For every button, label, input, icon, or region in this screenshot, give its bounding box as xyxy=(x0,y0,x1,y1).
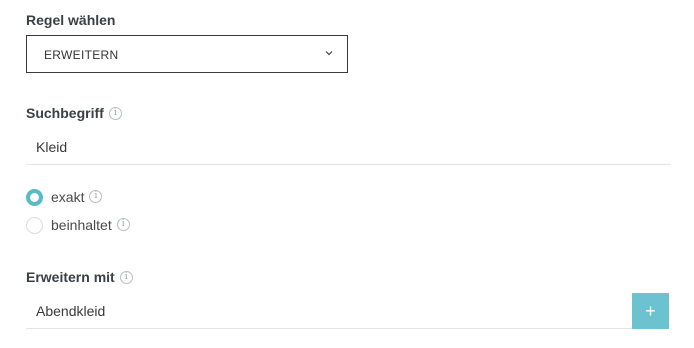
extend-with-label: Erweitern mit xyxy=(26,269,115,285)
search-term-value: Kleid xyxy=(36,139,68,155)
search-term-label: Suchbegriff xyxy=(26,105,104,121)
rule-select-value: ERWEITERN xyxy=(44,48,119,62)
rule-select[interactable]: ERWEITERN xyxy=(26,35,348,73)
search-term-input[interactable]: Kleid xyxy=(26,129,671,165)
add-button[interactable]: + xyxy=(632,293,669,329)
radio-label-exakt: exakt xyxy=(51,189,85,205)
radio-button-beinhaltet[interactable] xyxy=(26,216,43,234)
search-term-heading: Suchbegriff i xyxy=(26,105,122,121)
radio-option-exakt[interactable]: exakt i xyxy=(26,188,103,206)
info-icon[interactable]: i xyxy=(108,106,122,120)
radio-button-exakt[interactable] xyxy=(26,188,43,206)
info-icon[interactable]: i xyxy=(116,217,130,231)
chevron-down-icon xyxy=(325,51,333,56)
extend-with-value: Abendkleid xyxy=(36,303,106,319)
radio-label-beinhaltet: beinhaltet xyxy=(51,217,112,233)
rule-label: Regel wählen xyxy=(26,12,116,28)
extend-with-input[interactable]: Abendkleid xyxy=(26,293,632,329)
info-icon[interactable]: i xyxy=(89,189,103,203)
extend-with-heading: Erweitern mit i xyxy=(26,269,133,285)
radio-option-beinhaltet[interactable]: beinhaltet i xyxy=(26,216,130,234)
info-icon[interactable]: i xyxy=(119,270,133,284)
